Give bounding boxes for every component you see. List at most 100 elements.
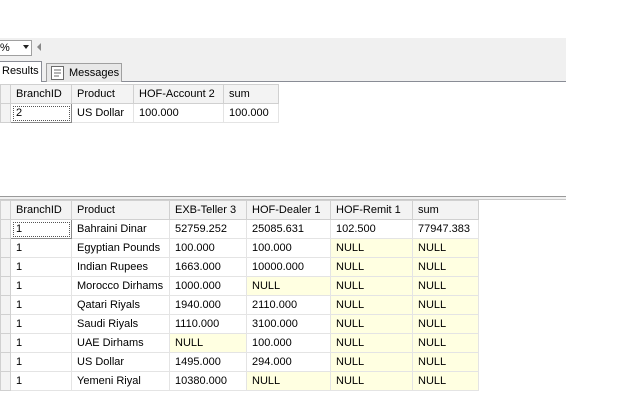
row-header[interactable] [0, 103, 11, 123]
grid-cell[interactable]: Bahraini Dinar [71, 219, 170, 239]
grid-cell[interactable]: 1 [10, 371, 72, 391]
row-header[interactable] [0, 257, 11, 277]
tab-messages[interactable]: Messages [46, 63, 122, 82]
column-header[interactable]: EXB-Teller 3 [169, 200, 247, 220]
chevron-down-icon[interactable] [23, 45, 29, 49]
tab-results[interactable]: Results [0, 61, 42, 83]
grid-cell[interactable]: NULL [330, 352, 413, 372]
row-header[interactable] [0, 314, 11, 334]
grid-cell[interactable]: NULL [330, 333, 413, 353]
table-row[interactable]: 1 Qatari Riyals 1940.000 2110.000 NULL NULL [0, 295, 479, 315]
table-row[interactable]: 1 Yemeni Riyal 10380.000 NULL NULL NULL [0, 371, 479, 391]
grid-cell[interactable]: 1663.000 [169, 257, 247, 277]
grid-cell[interactable]: 1 [10, 314, 72, 334]
grid-cell[interactable]: 102.500 [330, 219, 413, 239]
grid-cell[interactable]: NULL [330, 257, 413, 277]
grid-cell[interactable]: 1110.000 [169, 314, 247, 334]
grid-cell[interactable]: 1940.000 [169, 295, 247, 315]
grid-cell[interactable]: NULL [412, 257, 479, 277]
grid-cell[interactable]: US Dollar [71, 352, 170, 372]
table-row[interactable]: 1 UAE Dirhams NULL 100.000 NULL NULL [0, 333, 479, 353]
column-header[interactable]: HOF-Remit 1 [330, 200, 413, 220]
grid-corner-cell[interactable] [0, 84, 11, 104]
row-header[interactable] [0, 295, 11, 315]
grid-cell[interactable]: Indian Rupees [71, 257, 170, 277]
table-row[interactable]: 2 US Dollar 100.000 100.000 [0, 103, 279, 123]
grid-cell[interactable]: NULL [330, 371, 413, 391]
grid-cell[interactable]: NULL [246, 371, 331, 391]
result-grid-2: BranchID Product EXB-Teller 3 HOF-Dealer 1H… [0, 200, 479, 391]
grid-cell[interactable]: 100.000 [223, 103, 279, 123]
grid-cell[interactable]: NULL [412, 352, 479, 372]
column-header[interactable]: Product [71, 84, 134, 104]
grid-cell[interactable]: 52759.252 [169, 219, 247, 239]
grid-cell[interactable]: 1 [10, 352, 72, 372]
grid-cell[interactable]: 1 [10, 333, 72, 353]
grid-cell[interactable]: 3100.000 [246, 314, 331, 334]
grid-cell[interactable]: 2110.000 [246, 295, 331, 315]
grid-cell[interactable]: 1 [10, 276, 72, 296]
grid-cell[interactable]: 294.000 [246, 352, 331, 372]
row-header[interactable] [0, 371, 11, 391]
grid-cell[interactable]: NULL [330, 314, 413, 334]
grid-cell[interactable]: Morocco Dirhams [71, 276, 170, 296]
grid-cell[interactable]: 100.000 [246, 238, 331, 258]
grid-cell[interactable]: 1 [10, 238, 72, 258]
table-row[interactable]: 1 Bahraini Dinar 52759.252 25085.631 102.500… [0, 219, 479, 239]
column-header[interactable]: HOF-Account 2 [133, 84, 224, 104]
zoom-dropdown[interactable]: % [0, 40, 32, 56]
grid-cell[interactable]: NULL [412, 333, 479, 353]
grid-cell[interactable]: NULL [330, 238, 413, 258]
grid-cell[interactable]: US Dollar [71, 103, 134, 123]
grid-cell[interactable]: 10000.000 [246, 257, 331, 277]
table-row[interactable]: 1 Egyptian Pounds 100.000 100.000 NULL NULL [0, 238, 479, 258]
grid-cell[interactable]: Saudi Riyals [71, 314, 170, 334]
grid-cell[interactable]: 2 [10, 103, 72, 123]
grid-cell[interactable]: 10380.000 [169, 371, 247, 391]
grid-header-row: BranchID Product HOF-Account 2 sum [0, 84, 279, 104]
table-row[interactable]: 1 US Dollar 1495.000 294.000 NULL NULL [0, 352, 479, 372]
column-header[interactable]: sum [412, 200, 479, 220]
row-header[interactable] [0, 238, 11, 258]
grid-cell[interactable]: NULL [412, 314, 479, 334]
row-header[interactable] [0, 352, 11, 372]
tab-results-label: Results [2, 65, 39, 77]
grid-cell[interactable]: NULL [330, 295, 413, 315]
table-row[interactable]: 1 Morocco Dirhams 1000.000 NULL NULL NULL [0, 276, 479, 296]
grid-cell[interactable]: NULL [246, 276, 331, 296]
grid-cell[interactable]: Yemeni Riyal [71, 371, 170, 391]
grid-cell[interactable]: UAE Dirhams [71, 333, 170, 353]
column-header[interactable]: sum [223, 84, 279, 104]
grid-cell[interactable]: NULL [412, 238, 479, 258]
scroll-left-icon[interactable] [37, 43, 41, 51]
grid-cell[interactable]: 25085.631 [246, 219, 331, 239]
row-header[interactable] [0, 219, 11, 239]
grid-cell[interactable]: 1 [10, 219, 72, 239]
column-header[interactable]: BranchID [10, 200, 72, 220]
grid-cell[interactable]: Qatari Riyals [71, 295, 170, 315]
grid-cell[interactable]: 100.000 [169, 238, 247, 258]
grid-cell[interactable]: NULL [412, 371, 479, 391]
grid-cell[interactable]: NULL [169, 333, 247, 353]
table-row[interactable]: 1 Saudi Riyals 1110.000 3100.000 NULL NULL [0, 314, 479, 334]
grid-cell[interactable]: 1495.000 [169, 352, 247, 372]
grid-header-row: BranchID Product EXB-Teller 3 HOF-Dealer 1H… [0, 200, 479, 220]
grid-cell[interactable]: 100.000 [133, 103, 224, 123]
column-header[interactable]: BranchID [10, 84, 72, 104]
grid-cell[interactable]: 1 [10, 295, 72, 315]
grid-cell[interactable]: 77947.383 [412, 219, 479, 239]
grid-cell[interactable]: 1000.000 [169, 276, 247, 296]
row-header[interactable] [0, 276, 11, 296]
grid-cell[interactable]: NULL [412, 295, 479, 315]
table-row[interactable]: 1 Indian Rupees 1663.000 10000.000 NULL NULL [0, 257, 479, 277]
grid-cell[interactable]: 100.000 [246, 333, 331, 353]
grid-cell[interactable]: NULL [412, 276, 479, 296]
grid-cell[interactable]: NULL [330, 276, 413, 296]
results-tabstrip: Results Messages [0, 58, 566, 83]
grid-corner-cell[interactable] [0, 200, 11, 220]
column-header[interactable]: HOF-Dealer 1 [246, 200, 331, 220]
column-header[interactable]: Product [71, 200, 170, 220]
row-header[interactable] [0, 333, 11, 353]
grid-cell[interactable]: Egyptian Pounds [71, 238, 170, 258]
grid-cell[interactable]: 1 [10, 257, 72, 277]
